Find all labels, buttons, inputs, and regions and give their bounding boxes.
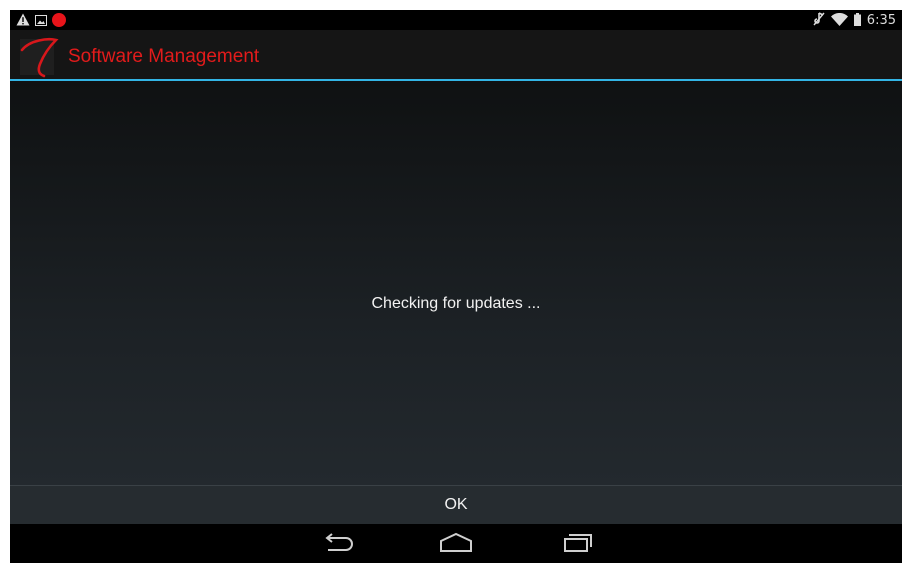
android-screen: 6:35 Software Management Checking for up…: [10, 10, 902, 563]
picture-icon: [35, 11, 47, 30]
status-clock: 6:35: [866, 12, 896, 28]
battery-icon: [853, 11, 861, 30]
recent-apps-icon: [562, 532, 594, 556]
home-icon: [439, 532, 473, 556]
action-bar: Software Management: [10, 30, 902, 81]
ok-button[interactable]: OK: [10, 486, 902, 524]
dialog-button-bar: OK: [10, 485, 902, 524]
status-message: Checking for updates ...: [371, 295, 541, 312]
dialog-content: Checking for updates ...: [10, 81, 902, 485]
back-icon: [322, 532, 354, 556]
app-logo-icon: [20, 36, 60, 78]
system-status: 6:35: [813, 11, 896, 29]
recent-apps-button[interactable]: [554, 530, 602, 558]
navigation-bar: [10, 524, 902, 563]
home-button[interactable]: [432, 530, 480, 558]
status-bar: 6:35: [10, 10, 902, 30]
back-button[interactable]: [314, 530, 362, 558]
mute-icon: [813, 11, 825, 30]
warning-icon: [16, 11, 30, 30]
recording-dot-icon: [52, 13, 66, 27]
wifi-icon: [830, 11, 848, 30]
app-title: Software Management: [68, 46, 260, 67]
notification-icons: [16, 12, 66, 28]
